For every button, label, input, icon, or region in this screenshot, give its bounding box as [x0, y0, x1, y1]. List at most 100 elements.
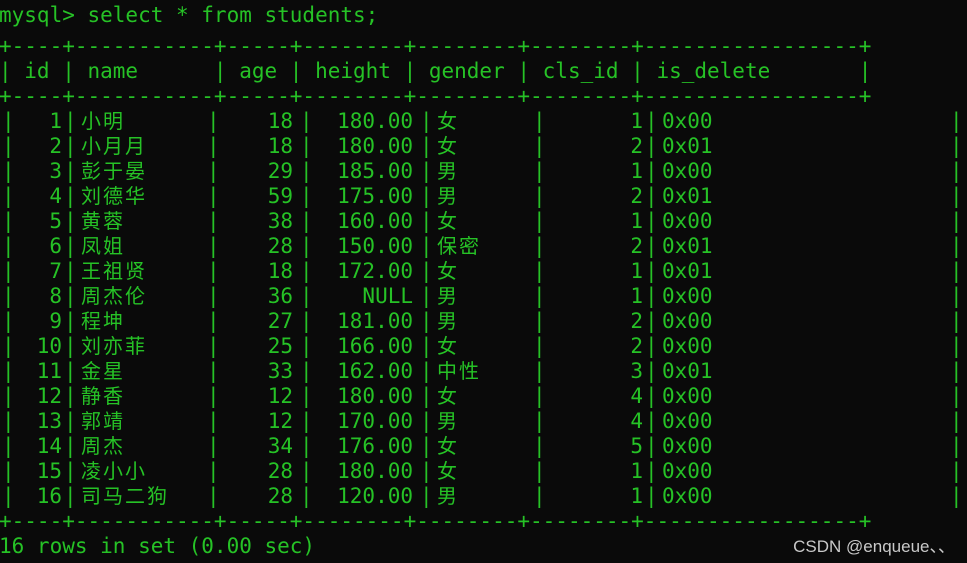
cell-is-delete: 0x01 [662, 234, 713, 258]
cell-age: 18 [267, 259, 293, 283]
column-divider: | [533, 359, 546, 383]
cell-gender: 中性 [437, 359, 481, 383]
column-divider: | [420, 484, 433, 508]
table-separator-header: +----+-----------+-----+--------+-------… [0, 84, 872, 108]
cell-name: 小明 [81, 109, 125, 133]
column-divider: | [420, 134, 433, 158]
cell-cls-id: 1 [630, 284, 643, 308]
column-divider: | [420, 359, 433, 383]
cell-is-delete: 0x00 [662, 459, 713, 483]
cell-gender: 保密 [437, 234, 481, 258]
column-divider: | [420, 334, 433, 358]
column-divider: | [420, 234, 433, 258]
column-divider: | [645, 484, 658, 508]
table-row: | | | | | | | | 15 凌小小 28 180.00 女 1 0x00 [0, 459, 967, 484]
cell-is-delete: 0x00 [662, 209, 713, 233]
column-divider: | [645, 434, 658, 458]
cell-height: 180.00 [337, 459, 413, 483]
cell-height: 162.00 [337, 359, 413, 383]
column-divider: | [645, 234, 658, 258]
column-divider: | [645, 109, 658, 133]
column-divider: | [64, 184, 77, 208]
column-divider: | [420, 159, 433, 183]
cell-age: 18 [267, 109, 293, 133]
cell-age: 28 [267, 484, 293, 508]
column-divider: | [64, 209, 77, 233]
column-divider: | [533, 459, 546, 483]
column-divider: | [645, 184, 658, 208]
column-divider: | [645, 259, 658, 283]
cell-age: 12 [267, 384, 293, 408]
column-divider: | [533, 284, 546, 308]
column-divider: | [645, 384, 658, 408]
column-divider: | [645, 459, 658, 483]
cell-is-delete: 0x00 [662, 409, 713, 433]
cell-is-delete: 0x01 [662, 259, 713, 283]
cell-name: 黄蓉 [81, 209, 125, 233]
column-divider: | [950, 434, 963, 458]
column-divider: | [645, 209, 658, 233]
cell-name: 程坤 [81, 309, 125, 333]
cell-cls-id: 1 [630, 209, 643, 233]
column-divider: | [950, 384, 963, 408]
cell-age: 59 [267, 184, 293, 208]
cell-name: 郭靖 [81, 409, 125, 433]
column-divider: | [950, 209, 963, 233]
cell-is-delete: 0x00 [662, 284, 713, 308]
column-divider: | [950, 359, 963, 383]
table-separator-bottom: +----+-----------+-----+--------+-------… [0, 509, 872, 533]
cell-name: 金星 [81, 359, 125, 383]
column-divider: | [950, 334, 963, 358]
cell-gender: 女 [437, 384, 459, 408]
cell-height: 176.00 [337, 434, 413, 458]
cell-height: 180.00 [337, 134, 413, 158]
column-divider: | [645, 409, 658, 433]
cell-gender: 女 [437, 134, 459, 158]
cell-name: 周杰伦 [81, 284, 147, 308]
cell-height: 180.00 [337, 384, 413, 408]
cell-id: 10 [36, 334, 62, 358]
cell-gender: 女 [437, 434, 459, 458]
column-divider: | [64, 309, 77, 333]
cell-cls-id: 5 [630, 434, 643, 458]
column-divider: | [64, 109, 77, 133]
column-divider: | [64, 409, 77, 433]
cell-cls-id: 2 [630, 334, 643, 358]
terminal-window: mysql> select * from students; +----+---… [0, 0, 967, 563]
cell-name: 静香 [81, 384, 125, 408]
cell-cls-id: 1 [630, 484, 643, 508]
cell-gender: 男 [437, 184, 459, 208]
cell-height: 172.00 [337, 259, 413, 283]
table-row: | | | | | | | | 16 司马二狗 28 120.00 男 1 0x00 [0, 484, 967, 509]
cell-gender: 女 [437, 459, 459, 483]
cell-cls-id: 1 [630, 159, 643, 183]
cell-cls-id: 4 [630, 384, 643, 408]
cell-is-delete: 0x00 [662, 109, 713, 133]
column-divider: | [950, 484, 963, 508]
cell-height: 175.00 [337, 184, 413, 208]
table-row: | | | | | | | | 7 王祖贤 18 172.00 女 1 0x01 [0, 259, 967, 284]
column-divider: | [64, 459, 77, 483]
cell-gender: 男 [437, 409, 459, 433]
cell-cls-id: 2 [630, 234, 643, 258]
column-divider: | [950, 409, 963, 433]
column-divider: | [950, 134, 963, 158]
column-divider: | [645, 134, 658, 158]
cell-id: 3 [49, 159, 62, 183]
column-divider: | [533, 309, 546, 333]
table-row: | | | | | | | | 9 程坤 27 181.00 男 2 0x00 [0, 309, 967, 334]
table-row: | | | | | | | | 5 黄蓉 38 160.00 女 1 0x00 [0, 209, 967, 234]
column-divider: | [533, 334, 546, 358]
cell-cls-id: 1 [630, 109, 643, 133]
cell-is-delete: 0x00 [662, 484, 713, 508]
cell-height: 150.00 [337, 234, 413, 258]
column-divider: | [950, 459, 963, 483]
column-divider: | [533, 484, 546, 508]
column-divider: | [64, 284, 77, 308]
cell-cls-id: 1 [630, 259, 643, 283]
cell-id: 7 [49, 259, 62, 283]
column-divider: | [64, 159, 77, 183]
column-divider: | [533, 134, 546, 158]
cell-cls-id: 2 [630, 309, 643, 333]
cell-id: 1 [49, 109, 62, 133]
